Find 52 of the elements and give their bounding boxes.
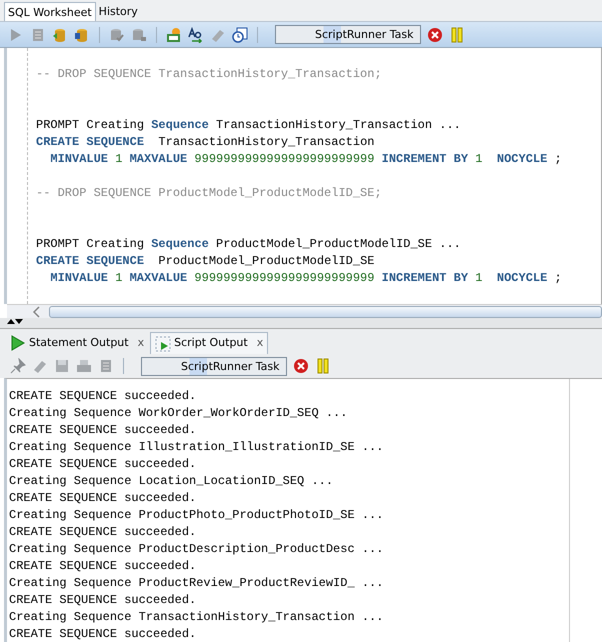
database-icon[interactable]	[52, 26, 68, 42]
pause-icon[interactable]	[315, 358, 331, 374]
document-icon[interactable]	[98, 358, 114, 374]
output-line: CREATE SEQUENCE succeeded.	[9, 626, 196, 642]
output-line: CREATE SEQUENCE succeeded.	[9, 456, 196, 473]
output-line: CREATE SEQUENCE succeeded.	[9, 592, 196, 609]
run-icon	[10, 335, 26, 351]
clock-icon[interactable]	[232, 26, 248, 42]
scrollbar-thumb[interactable]	[49, 306, 602, 318]
pause-icon[interactable]	[449, 26, 465, 42]
print-icon[interactable]	[76, 358, 92, 374]
code-line: -- DROP SEQUENCE TransactionHistory_Transaction;	[36, 66, 382, 83]
output-line: CREATE SEQUENCE succeeded.	[9, 422, 196, 439]
font-icon[interactable]	[188, 26, 204, 42]
code-line: -- DROP SEQUENCE ProductModel_ProductModelID_SE;	[36, 185, 382, 202]
eraser-icon[interactable]	[32, 358, 48, 374]
database-icon[interactable]	[74, 26, 90, 42]
database-icon[interactable]	[109, 26, 125, 42]
tab[interactable]: Script Output x	[150, 332, 268, 354]
code-line: MINVALUE 1 MAXVALUE 9999999999999999999999999 INCREMENT BY 1 NOCYCLE ;	[50, 270, 562, 287]
output-line: CREATE SEQUENCE succeeded.	[9, 558, 196, 575]
output-line: Creating Sequence Location_LocationID_SEQ ...	[9, 473, 334, 490]
progress-field: ScriptRunner Task	[275, 25, 421, 44]
code-line: CREATE SEQUENCE ProductModel_ProductModelID_SE	[36, 253, 374, 270]
progress-field: ScriptRunner Task	[141, 356, 287, 376]
output-line: Creating Sequence WorkOrder_WorkOrderID_SEQ ...	[9, 405, 348, 422]
output-line: CREATE SEQUENCE succeeded.	[9, 490, 196, 507]
tab[interactable]: Statement Output x	[6, 332, 148, 354]
save-icon[interactable]	[54, 358, 70, 374]
output-line: CREATE SEQUENCE succeeded.	[9, 388, 196, 405]
tab[interactable]: SQL Worksheet	[4, 2, 96, 21]
sql-icon[interactable]	[166, 26, 182, 42]
close-button[interactable]: x	[256, 335, 264, 352]
database-icon[interactable]	[131, 26, 147, 42]
output-line: Creating Sequence ProductDescription_ProductDesc ...	[9, 541, 384, 558]
cancel-icon[interactable]	[427, 26, 443, 42]
output-line: Creating Sequence Illustration_IllustrationID_SE ...	[9, 439, 384, 456]
code-line: PROMPT Creating Sequence TransactionHistory_Transaction ...	[36, 117, 461, 134]
output-line: CREATE SEQUENCE succeeded.	[9, 524, 196, 541]
code-line: PROMPT Creating Sequence ProductModel_ProductModelID_SE ...	[36, 236, 461, 253]
code-line: MINVALUE 1 MAXVALUE 9999999999999999999999999 INCREMENT BY 1 NOCYCLE ;	[50, 151, 562, 168]
document-icon[interactable]	[30, 26, 46, 42]
tab[interactable]: History	[96, 2, 141, 21]
pin-icon[interactable]	[10, 358, 26, 374]
output-line: Creating Sequence TransactionHistory_Transaction ...	[9, 609, 384, 626]
code-line: CREATE SEQUENCE TransactionHistory_Transaction	[36, 134, 374, 151]
cancel-icon[interactable]	[293, 358, 309, 374]
close-button[interactable]: x	[138, 334, 144, 352]
splitter-arrows-icon[interactable]	[6, 318, 24, 326]
output-line: Creating Sequence ProductPhoto_ProductPhotoID_SE ...	[9, 507, 384, 524]
script-icon	[155, 336, 172, 352]
output-line: Creating Sequence ProductReview_ProductReviewID_ ...	[9, 575, 384, 592]
